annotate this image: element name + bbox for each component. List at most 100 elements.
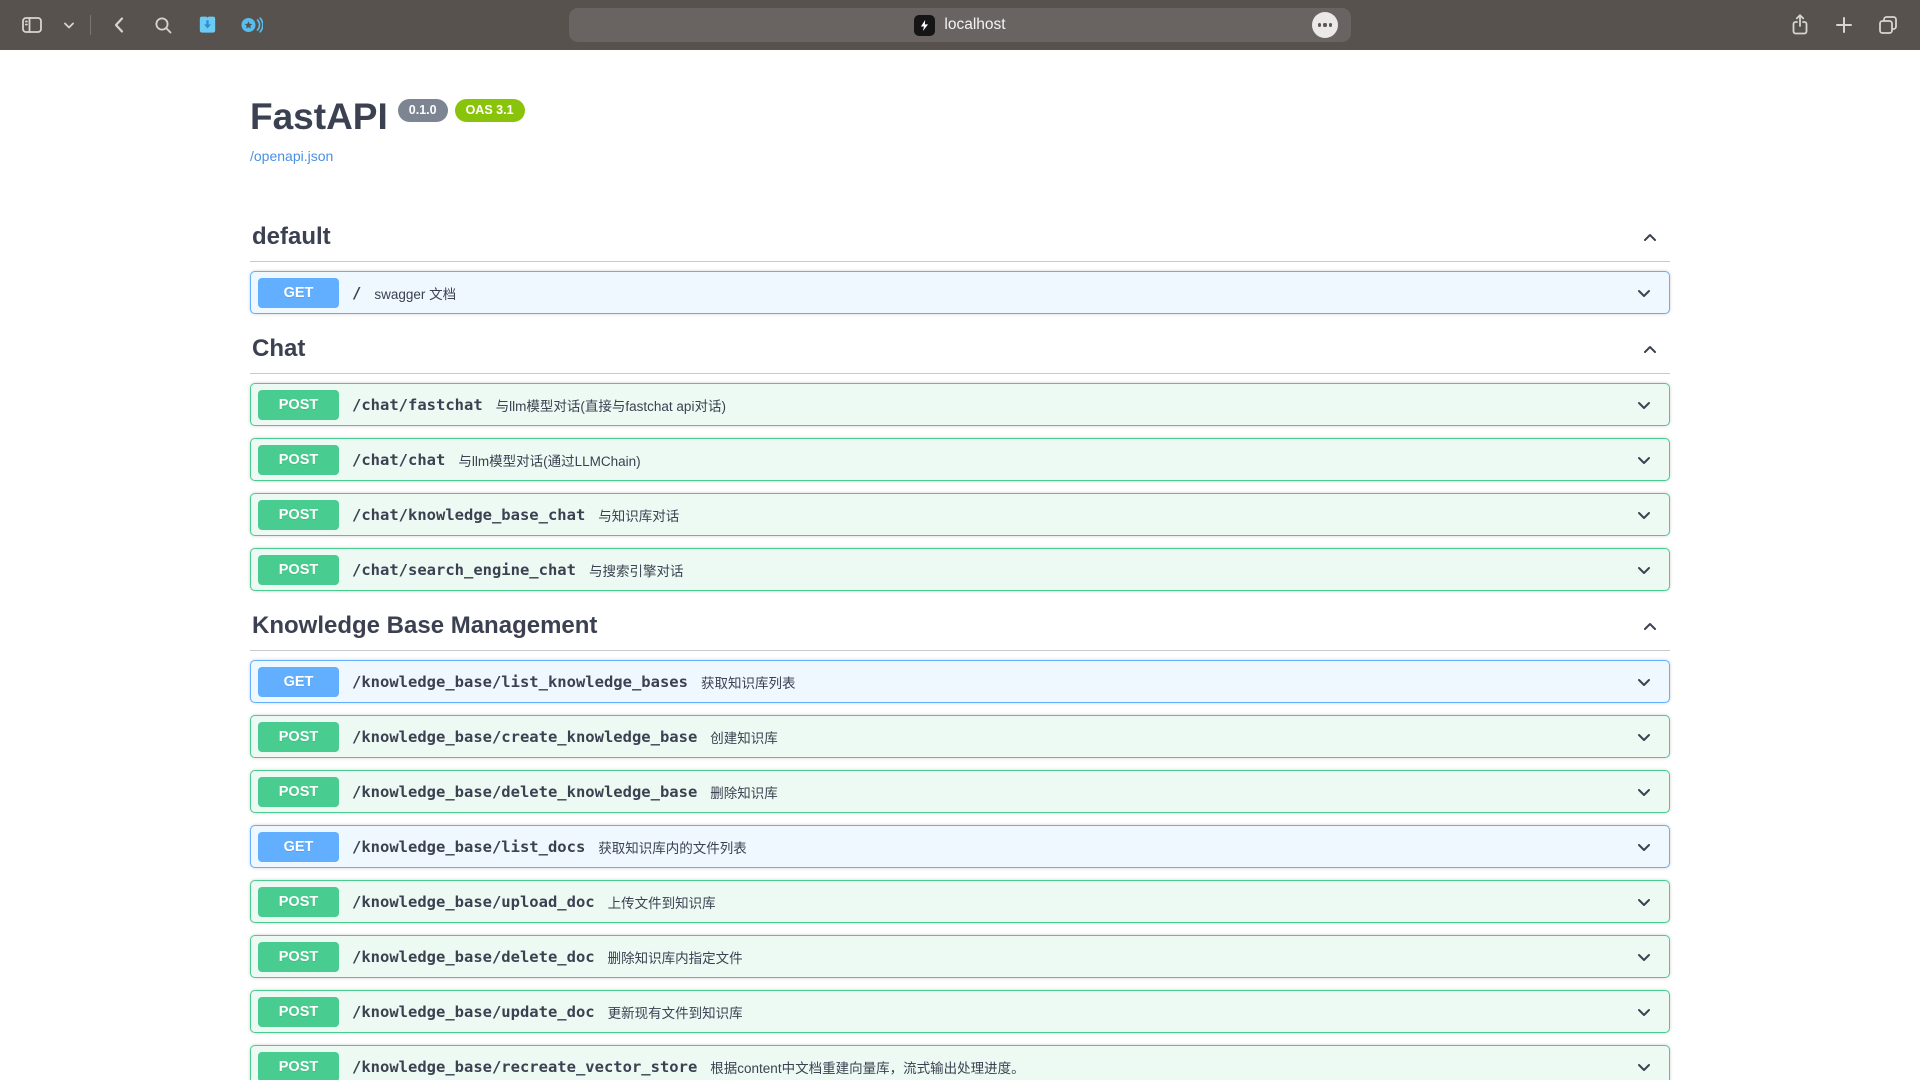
endpoint-expand-chevron-down-icon[interactable] bbox=[1634, 283, 1654, 303]
method-badge: GET bbox=[258, 832, 339, 862]
method-badge: POST bbox=[258, 500, 339, 530]
endpoint-row[interactable]: POST /chat/chat 与llm模型对话(通过LLMChain) bbox=[250, 438, 1670, 481]
endpoint-expand-chevron-down-icon[interactable] bbox=[1634, 395, 1654, 415]
api-info: FastAPI 0.1.0 OAS 3.1 /openapi.json bbox=[250, 96, 1670, 166]
endpoint-expand-chevron-down-icon[interactable] bbox=[1634, 727, 1654, 747]
section-header[interactable]: default bbox=[250, 223, 1670, 262]
site-favicon-bolt-icon bbox=[914, 15, 935, 36]
endpoint-path: /knowledge_base/recreate_vector_store bbox=[352, 1058, 697, 1076]
method-badge: POST bbox=[258, 555, 339, 585]
api-section: Chat POST /chat/fastchat 与llm模型对话(直接与fas… bbox=[250, 335, 1670, 591]
endpoint-description: 与知识库对话 bbox=[598, 505, 679, 525]
api-sections: default GET / swagger 文档 Chat POST /chat… bbox=[250, 223, 1670, 1080]
endpoint-row[interactable]: GET /knowledge_base/list_docs 获取知识库内的文件列… bbox=[250, 825, 1670, 868]
endpoint-row[interactable]: POST /knowledge_base/update_doc 更新现有文件到知… bbox=[250, 990, 1670, 1033]
endpoint-expand-chevron-down-icon[interactable] bbox=[1634, 892, 1654, 912]
endpoint-expand-chevron-down-icon[interactable] bbox=[1634, 1057, 1654, 1077]
endpoint-description: 获取知识库列表 bbox=[701, 672, 796, 692]
section-endpoints: POST /chat/fastchat 与llm模型对话(直接与fastchat… bbox=[250, 383, 1670, 591]
extension-bookmark-icon[interactable] bbox=[191, 10, 223, 40]
browser-toolbar: localhost bbox=[0, 0, 1920, 50]
new-tab-icon[interactable] bbox=[1828, 10, 1860, 40]
endpoint-path: /knowledge_base/upload_doc bbox=[352, 893, 595, 911]
toolbar-right-group bbox=[1784, 10, 1904, 40]
openapi-spec-link[interactable]: /openapi.json bbox=[250, 148, 333, 164]
endpoint-row[interactable]: POST /knowledge_base/delete_knowledge_ba… bbox=[250, 770, 1670, 813]
url-text: localhost bbox=[944, 16, 1005, 34]
endpoint-expand-chevron-down-icon[interactable] bbox=[1634, 947, 1654, 967]
method-badge: POST bbox=[258, 1052, 339, 1080]
share-icon[interactable] bbox=[1784, 10, 1816, 40]
version-badge: 0.1.0 bbox=[398, 99, 448, 122]
address-bar[interactable]: localhost bbox=[569, 8, 1351, 42]
sidebar-chevron-down-icon[interactable] bbox=[60, 10, 78, 40]
endpoint-row[interactable]: POST /chat/fastchat 与llm模型对话(直接与fastchat… bbox=[250, 383, 1670, 426]
endpoint-row[interactable]: POST /knowledge_base/recreate_vector_sto… bbox=[250, 1045, 1670, 1080]
endpoint-description: 删除知识库 bbox=[710, 782, 778, 802]
endpoint-expand-chevron-down-icon[interactable] bbox=[1634, 782, 1654, 802]
method-badge: GET bbox=[258, 278, 339, 308]
section-header[interactable]: Knowledge Base Management bbox=[250, 612, 1670, 651]
endpoint-path: /knowledge_base/create_knowledge_base bbox=[352, 728, 697, 746]
api-section: default GET / swagger 文档 bbox=[250, 223, 1670, 314]
endpoint-description: 更新现有文件到知识库 bbox=[608, 1002, 743, 1022]
endpoint-description: 与搜索引擎对话 bbox=[589, 560, 684, 580]
endpoint-row[interactable]: POST /chat/search_engine_chat 与搜索引擎对话 bbox=[250, 548, 1670, 591]
method-badge: POST bbox=[258, 997, 339, 1027]
endpoint-description: 创建知识库 bbox=[710, 727, 778, 747]
endpoint-expand-chevron-down-icon[interactable] bbox=[1634, 672, 1654, 692]
endpoint-path: /chat/fastchat bbox=[352, 396, 483, 414]
endpoint-row[interactable]: POST /chat/knowledge_base_chat 与知识库对话 bbox=[250, 493, 1670, 536]
api-section: Knowledge Base Management GET /knowledge… bbox=[250, 612, 1670, 1080]
search-icon[interactable] bbox=[147, 10, 179, 40]
endpoint-expand-chevron-down-icon[interactable] bbox=[1634, 837, 1654, 857]
endpoint-path: /chat/search_engine_chat bbox=[352, 561, 576, 579]
sidebar-icon[interactable] bbox=[16, 10, 48, 40]
endpoint-description: 获取知识库内的文件列表 bbox=[598, 837, 747, 857]
section-collapse-chevron-up-icon[interactable] bbox=[1640, 616, 1660, 636]
method-badge: POST bbox=[258, 777, 339, 807]
method-badge: POST bbox=[258, 390, 339, 420]
endpoint-row[interactable]: POST /knowledge_base/delete_doc 删除知识库内指定… bbox=[250, 935, 1670, 978]
endpoint-path: /chat/knowledge_base_chat bbox=[352, 506, 585, 524]
endpoint-description: swagger 文档 bbox=[374, 283, 456, 303]
section-collapse-chevron-up-icon[interactable] bbox=[1640, 339, 1660, 359]
endpoint-path: /knowledge_base/list_docs bbox=[352, 838, 585, 856]
toolbar-left-group bbox=[16, 10, 267, 40]
endpoint-row[interactable]: POST /knowledge_base/create_knowledge_ba… bbox=[250, 715, 1670, 758]
section-endpoints: GET /knowledge_base/list_knowledge_bases… bbox=[250, 660, 1670, 1080]
endpoint-row[interactable]: POST /knowledge_base/upload_doc 上传文件到知识库 bbox=[250, 880, 1670, 923]
endpoint-description: 与llm模型对话(通过LLMChain) bbox=[458, 450, 640, 470]
address-bar-content: localhost bbox=[914, 15, 1005, 36]
section-title: Chat bbox=[252, 335, 305, 363]
endpoint-expand-chevron-down-icon[interactable] bbox=[1634, 560, 1654, 580]
endpoint-description: 删除知识库内指定文件 bbox=[608, 947, 743, 967]
endpoint-path: /knowledge_base/update_doc bbox=[352, 1003, 595, 1021]
section-endpoints: GET / swagger 文档 bbox=[250, 271, 1670, 314]
endpoint-row[interactable]: GET / swagger 文档 bbox=[250, 271, 1670, 314]
section-title: Knowledge Base Management bbox=[252, 612, 597, 640]
method-badge: POST bbox=[258, 445, 339, 475]
section-collapse-chevron-up-icon[interactable] bbox=[1640, 227, 1660, 247]
toolbar-divider bbox=[90, 15, 91, 35]
endpoint-path: /knowledge_base/delete_doc bbox=[352, 948, 595, 966]
endpoint-path: /knowledge_base/delete_knowledge_base bbox=[352, 783, 697, 801]
page-title: FastAPI 0.1.0 OAS 3.1 bbox=[250, 96, 1670, 138]
swagger-page: FastAPI 0.1.0 OAS 3.1 /openapi.json defa… bbox=[0, 50, 1920, 1080]
endpoint-expand-chevron-down-icon[interactable] bbox=[1634, 450, 1654, 470]
extension-ripple-star-icon[interactable] bbox=[235, 10, 267, 40]
endpoint-path: /chat/chat bbox=[352, 451, 445, 469]
endpoint-path: /knowledge_base/list_knowledge_bases bbox=[352, 673, 688, 691]
endpoint-expand-chevron-down-icon[interactable] bbox=[1634, 505, 1654, 525]
method-badge: GET bbox=[258, 667, 339, 697]
more-options-icon[interactable] bbox=[1312, 12, 1338, 38]
endpoint-description: 与llm模型对话(直接与fastchat api对话) bbox=[496, 395, 726, 415]
section-header[interactable]: Chat bbox=[250, 335, 1670, 374]
endpoint-expand-chevron-down-icon[interactable] bbox=[1634, 1002, 1654, 1022]
oas-badge: OAS 3.1 bbox=[455, 99, 525, 122]
endpoint-path: / bbox=[352, 284, 361, 302]
endpoint-description: 根据content中文档重建向量库，流式输出处理进度。 bbox=[710, 1057, 1024, 1077]
endpoint-row[interactable]: GET /knowledge_base/list_knowledge_bases… bbox=[250, 660, 1670, 703]
tab-overview-icon[interactable] bbox=[1872, 10, 1904, 40]
back-icon[interactable] bbox=[103, 10, 135, 40]
